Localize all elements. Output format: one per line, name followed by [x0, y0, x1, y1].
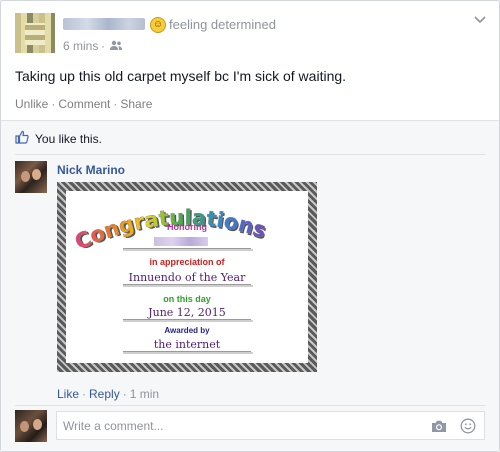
certificate-line — [123, 352, 253, 354]
certificate-awarded-by-value: the internet — [153, 338, 221, 351]
smiley-icon[interactable] — [460, 418, 476, 434]
certificate-line — [123, 248, 251, 249]
likes-summary-text[interactable]: You like this. — [35, 132, 102, 146]
comment-timestamp[interactable]: 1 min — [130, 387, 159, 401]
unlike-link[interactable]: Unlike — [15, 97, 48, 111]
feeling-text: feeling determined — [169, 17, 276, 32]
certificate-awarded-by: Awarded by — [164, 326, 210, 335]
separator-dot: · — [101, 39, 105, 53]
comment-reply-link[interactable]: Reply — [89, 387, 120, 401]
separator-dot: · — [122, 387, 127, 401]
certificate-line — [123, 285, 253, 287]
post-actions: Unlike · Comment · Share — [15, 97, 152, 111]
poster-name-redacted[interactable] — [63, 18, 145, 30]
divider — [15, 405, 485, 406]
comment-input[interactable] — [63, 418, 413, 434]
certificate-appreciation: in appreciation of — [149, 257, 225, 267]
certificate-award: Innuendo of the Year — [128, 271, 246, 284]
certificate-line — [123, 320, 253, 322]
certificate-line — [123, 284, 251, 285]
likes-summary: You like this. — [35, 132, 102, 146]
divider — [15, 154, 485, 155]
certificate-on-this-day: on this day — [163, 294, 211, 304]
comment-like-link[interactable]: Like — [57, 387, 79, 401]
certificate-line — [123, 319, 251, 320]
like-icon — [15, 130, 29, 144]
separator-dot: · — [82, 387, 87, 401]
comment-link[interactable]: Comment — [58, 97, 110, 111]
feeling-emoji-icon: ☺ — [150, 17, 166, 33]
chevron-down-icon[interactable] — [473, 15, 487, 25]
post-text: Taking up this old carpet myself bc I'm … — [15, 68, 347, 84]
commenter-avatar[interactable] — [15, 161, 47, 193]
share-link[interactable]: Share — [120, 97, 152, 111]
viewer-avatar[interactable] — [15, 410, 47, 442]
comment-composer[interactable] — [56, 411, 485, 440]
separator-dot: · — [51, 97, 56, 111]
post-timestamp[interactable]: 6 mins — [63, 39, 98, 53]
comment-actions: Like · Reply · 1 min — [57, 387, 159, 401]
poster-avatar[interactable] — [15, 13, 55, 53]
friends-icon[interactable] — [109, 40, 123, 50]
post-card: ☺ feeling determined 6 mins · Taking up … — [0, 0, 500, 452]
separator-dot: · — [113, 97, 118, 111]
certificate-date: June 12, 2015 — [148, 306, 226, 319]
certificate-image[interactable]: Congratulations Congratulations Honoring… — [57, 182, 317, 372]
honoree-name-redacted — [154, 237, 208, 246]
certificate-honoring: Honoring — [167, 222, 207, 232]
commenter-name[interactable]: Nick Marino — [57, 163, 125, 177]
certificate-line — [123, 351, 251, 352]
certificate-line — [123, 249, 253, 251]
camera-icon[interactable] — [431, 419, 447, 433]
